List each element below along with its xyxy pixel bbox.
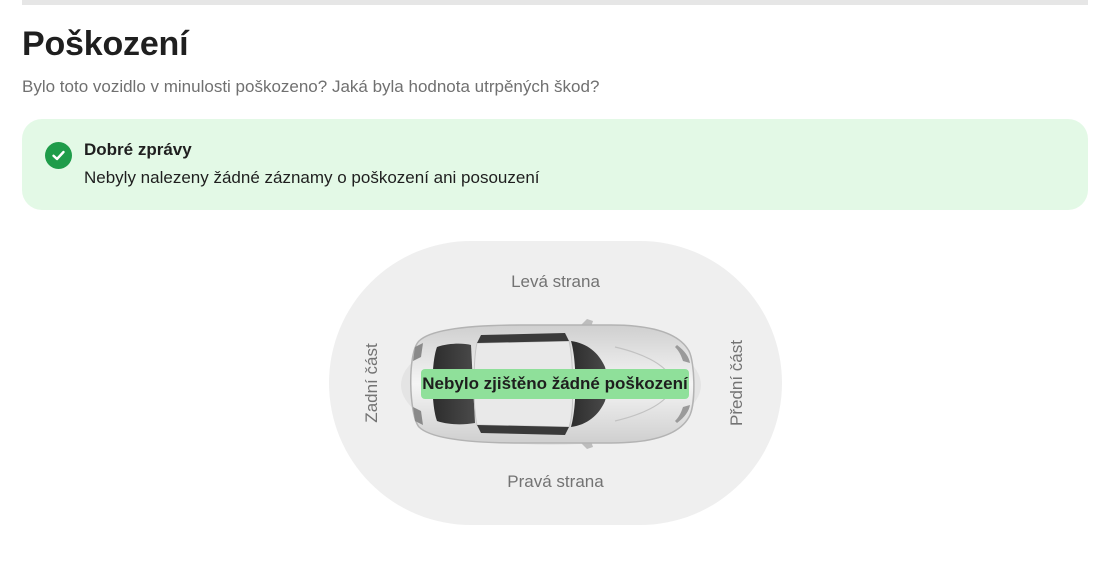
damage-diagram: Levá strana Pravá strana Zadní část Před…	[329, 241, 782, 525]
good-news-alert: Dobré zprávy Nebyly nalezeny žádné zázna…	[22, 119, 1088, 210]
right-side-label: Pravá strana	[507, 472, 604, 491]
alert-text: Nebyly nalezeny žádné záznamy o poškozen…	[84, 168, 540, 187]
no-damage-status-badge: Nebylo zjištěno žádné poškození	[421, 369, 689, 399]
alert-title: Dobré zprávy	[84, 140, 192, 159]
page-title: Poškození	[22, 25, 189, 63]
left-side-label: Levá strana	[511, 272, 600, 291]
check-circle-icon	[45, 142, 72, 169]
front-label: Přední část	[727, 340, 746, 426]
rear-label: Zadní část	[362, 343, 381, 423]
page-subtitle: Bylo toto vozidlo v minulosti poškozeno?…	[22, 77, 600, 96]
top-divider	[22, 0, 1088, 5]
